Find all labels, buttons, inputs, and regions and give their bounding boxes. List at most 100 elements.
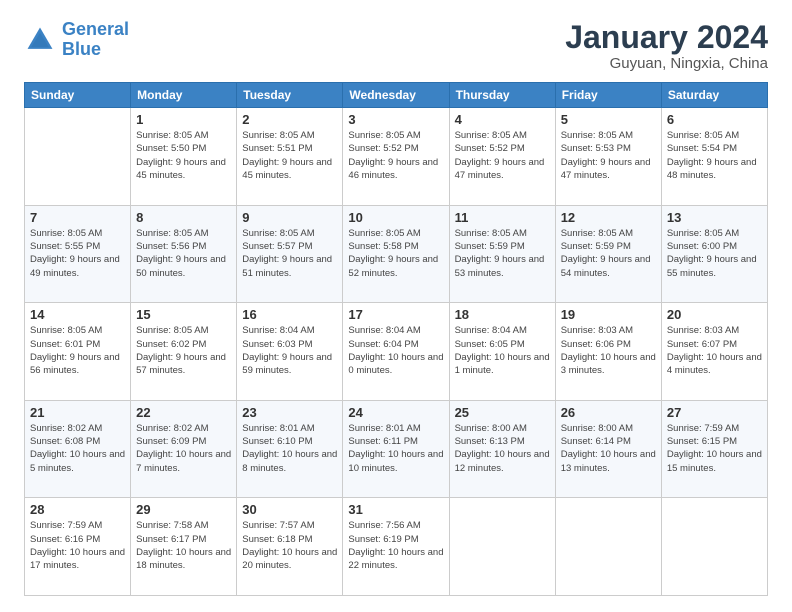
sunset: Sunset: 5:52 PM [455, 143, 525, 154]
day-number: 21 [30, 405, 125, 420]
day-info: Sunrise: 8:05 AM Sunset: 5:52 PM Dayligh… [348, 129, 443, 182]
daylight: Daylight: 10 hours and 8 minutes. [242, 449, 337, 473]
calendar-cell: 19 Sunrise: 8:03 AM Sunset: 6:06 PM Dayl… [555, 303, 661, 401]
calendar-cell: 8 Sunrise: 8:05 AM Sunset: 5:56 PM Dayli… [131, 205, 237, 303]
sunrise: Sunrise: 8:03 AM [561, 325, 633, 336]
col-saturday: Saturday [661, 83, 767, 108]
daylight: Daylight: 9 hours and 47 minutes. [455, 157, 545, 181]
sunset: Sunset: 5:58 PM [348, 241, 418, 252]
daylight: Daylight: 9 hours and 50 minutes. [136, 254, 226, 278]
sunset: Sunset: 6:13 PM [455, 436, 525, 447]
sunrise: Sunrise: 8:05 AM [561, 130, 633, 141]
col-friday: Friday [555, 83, 661, 108]
sunrise: Sunrise: 8:05 AM [242, 130, 314, 141]
calendar-cell: 23 Sunrise: 8:01 AM Sunset: 6:10 PM Dayl… [237, 400, 343, 498]
sunset: Sunset: 6:09 PM [136, 436, 206, 447]
sunrise: Sunrise: 8:05 AM [136, 228, 208, 239]
daylight: Daylight: 9 hours and 46 minutes. [348, 157, 438, 181]
sunset: Sunset: 6:11 PM [348, 436, 418, 447]
sunset: Sunset: 6:15 PM [667, 436, 737, 447]
sunrise: Sunrise: 8:00 AM [561, 423, 633, 434]
day-info: Sunrise: 8:01 AM Sunset: 6:11 PM Dayligh… [348, 422, 443, 475]
day-number: 16 [242, 307, 337, 322]
header: General Blue January 2024 Guyuan, Ningxi… [24, 20, 768, 72]
calendar-cell: 20 Sunrise: 8:03 AM Sunset: 6:07 PM Dayl… [661, 303, 767, 401]
sunset: Sunset: 6:16 PM [30, 534, 100, 545]
sunrise: Sunrise: 7:56 AM [348, 520, 420, 531]
calendar-cell: 14 Sunrise: 8:05 AM Sunset: 6:01 PM Dayl… [25, 303, 131, 401]
calendar-cell: 17 Sunrise: 8:04 AM Sunset: 6:04 PM Dayl… [343, 303, 449, 401]
week-row-2: 7 Sunrise: 8:05 AM Sunset: 5:55 PM Dayli… [25, 205, 768, 303]
sunrise: Sunrise: 8:02 AM [30, 423, 102, 434]
col-monday: Monday [131, 83, 237, 108]
daylight: Daylight: 9 hours and 51 minutes. [242, 254, 332, 278]
calendar-cell [25, 108, 131, 206]
day-number: 4 [455, 112, 550, 127]
sunrise: Sunrise: 8:00 AM [455, 423, 527, 434]
sunset: Sunset: 6:04 PM [348, 339, 418, 350]
sunrise: Sunrise: 8:05 AM [455, 130, 527, 141]
day-info: Sunrise: 8:05 AM Sunset: 5:51 PM Dayligh… [242, 129, 337, 182]
sunrise: Sunrise: 8:05 AM [242, 228, 314, 239]
calendar-cell: 18 Sunrise: 8:04 AM Sunset: 6:05 PM Dayl… [449, 303, 555, 401]
sunset: Sunset: 6:06 PM [561, 339, 631, 350]
day-info: Sunrise: 8:03 AM Sunset: 6:06 PM Dayligh… [561, 324, 656, 377]
daylight: Daylight: 9 hours and 53 minutes. [455, 254, 545, 278]
day-info: Sunrise: 7:57 AM Sunset: 6:18 PM Dayligh… [242, 519, 337, 572]
day-number: 27 [667, 405, 762, 420]
daylight: Daylight: 10 hours and 22 minutes. [348, 547, 443, 571]
col-wednesday: Wednesday [343, 83, 449, 108]
sunrise: Sunrise: 8:05 AM [136, 325, 208, 336]
daylight: Daylight: 9 hours and 52 minutes. [348, 254, 438, 278]
day-number: 29 [136, 502, 231, 517]
day-number: 26 [561, 405, 656, 420]
sunset: Sunset: 5:59 PM [561, 241, 631, 252]
title-area: January 2024 Guyuan, Ningxia, China [565, 20, 768, 72]
logo-text: General Blue [62, 20, 129, 60]
day-number: 19 [561, 307, 656, 322]
calendar-cell [555, 498, 661, 596]
week-row-1: 1 Sunrise: 8:05 AM Sunset: 5:50 PM Dayli… [25, 108, 768, 206]
calendar-table: Sunday Monday Tuesday Wednesday Thursday… [24, 82, 768, 596]
sunrise: Sunrise: 8:04 AM [242, 325, 314, 336]
daylight: Daylight: 9 hours and 49 minutes. [30, 254, 120, 278]
day-number: 18 [455, 307, 550, 322]
day-number: 28 [30, 502, 125, 517]
col-thursday: Thursday [449, 83, 555, 108]
sunset: Sunset: 6:07 PM [667, 339, 737, 350]
week-row-3: 14 Sunrise: 8:05 AM Sunset: 6:01 PM Dayl… [25, 303, 768, 401]
daylight: Daylight: 9 hours and 45 minutes. [136, 157, 226, 181]
daylight: Daylight: 10 hours and 5 minutes. [30, 449, 125, 473]
daylight: Daylight: 10 hours and 13 minutes. [561, 449, 656, 473]
sunrise: Sunrise: 8:05 AM [561, 228, 633, 239]
logo-line1: General [62, 19, 129, 39]
daylight: Daylight: 10 hours and 7 minutes. [136, 449, 231, 473]
week-row-5: 28 Sunrise: 7:59 AM Sunset: 6:16 PM Dayl… [25, 498, 768, 596]
day-number: 20 [667, 307, 762, 322]
day-number: 2 [242, 112, 337, 127]
calendar-cell: 16 Sunrise: 8:04 AM Sunset: 6:03 PM Dayl… [237, 303, 343, 401]
daylight: Daylight: 10 hours and 1 minute. [455, 352, 550, 376]
sunset: Sunset: 6:01 PM [30, 339, 100, 350]
daylight: Daylight: 10 hours and 4 minutes. [667, 352, 762, 376]
daylight: Daylight: 9 hours and 48 minutes. [667, 157, 757, 181]
sunset: Sunset: 5:51 PM [242, 143, 312, 154]
sunset: Sunset: 6:10 PM [242, 436, 312, 447]
day-number: 17 [348, 307, 443, 322]
day-number: 10 [348, 210, 443, 225]
sunset: Sunset: 6:03 PM [242, 339, 312, 350]
day-info: Sunrise: 7:59 AM Sunset: 6:15 PM Dayligh… [667, 422, 762, 475]
sunrise: Sunrise: 8:05 AM [348, 130, 420, 141]
daylight: Daylight: 9 hours and 59 minutes. [242, 352, 332, 376]
day-number: 31 [348, 502, 443, 517]
calendar-cell: 15 Sunrise: 8:05 AM Sunset: 6:02 PM Dayl… [131, 303, 237, 401]
logo-icon [24, 24, 56, 56]
day-number: 22 [136, 405, 231, 420]
calendar-cell: 1 Sunrise: 8:05 AM Sunset: 5:50 PM Dayli… [131, 108, 237, 206]
sunrise: Sunrise: 8:05 AM [30, 325, 102, 336]
day-info: Sunrise: 8:05 AM Sunset: 5:58 PM Dayligh… [348, 227, 443, 280]
day-number: 3 [348, 112, 443, 127]
location-subtitle: Guyuan, Ningxia, China [565, 55, 768, 72]
sunset: Sunset: 5:54 PM [667, 143, 737, 154]
sunset: Sunset: 6:02 PM [136, 339, 206, 350]
